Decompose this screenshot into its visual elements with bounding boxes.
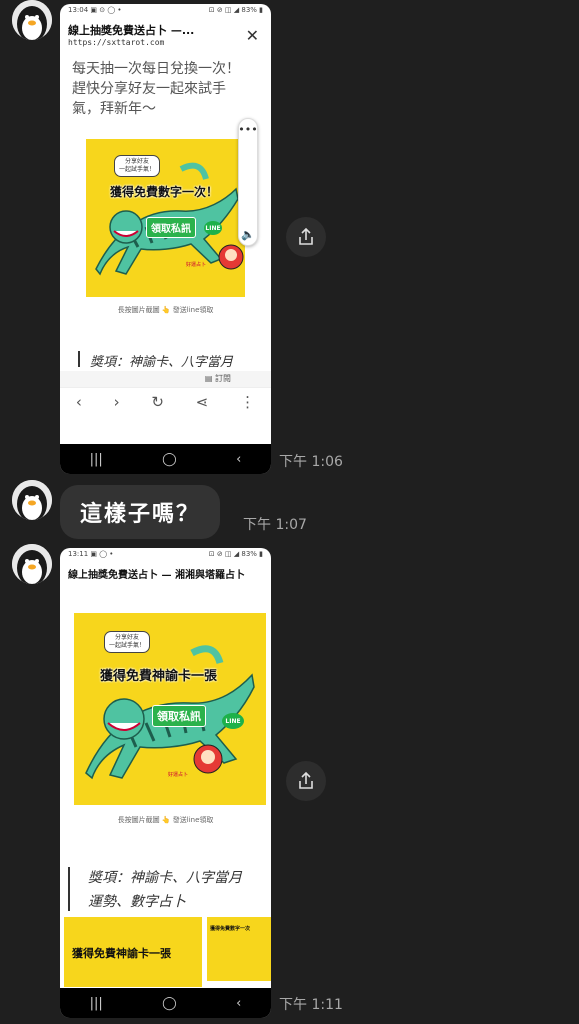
status-bar: 13:04 ▣ ⊙ ◯ • ⊡ ⊘ ◫ ◢ 83% ▮ — [60, 4, 271, 20]
share-tag: 分享好友 一起試手氣！ — [114, 155, 161, 177]
poster-caption: 長按圖片截圖 👆 發送line領取 — [117, 816, 214, 824]
status-right: ⊡ ⊘ ◫ ◢ 83% ▮ — [208, 550, 263, 558]
poster-thumbnails: 獲得免費神諭卡一張 獲得免費數字一次 — [64, 917, 271, 987]
claim-badge: 領取私訊 — [146, 217, 196, 238]
brand-text: 好運占卜 — [186, 262, 207, 268]
page-title: 線上抽獎免費送占卜 —... — [68, 24, 195, 37]
side-panel: ••• 🔈 — [238, 118, 258, 246]
poster-headline: 獲得免費數字一次！ — [110, 185, 219, 199]
browser-header: 線上抽獎免費送占卜 — 湘湘與塔羅占卜 — [60, 564, 271, 583]
penguin-avatar-icon — [12, 480, 52, 520]
nav-back-icon: ‹ — [236, 995, 242, 1011]
forward-icon[interactable]: › — [114, 393, 120, 411]
subscribe-label: 訂閱 — [215, 374, 231, 383]
share-button[interactable] — [286, 217, 326, 257]
thumbnail-headline: 獲得免費數字一次 — [210, 926, 251, 932]
promo-poster: 分享好友 一起試手氣！ 獲得免費神諭卡一張 領取私訊 LINE 好運占卜 — [74, 613, 266, 805]
prize-text: 運勢、數字占卜 — [88, 894, 186, 910]
page-url: https://sxttarot.com — [68, 38, 165, 47]
brand-text: 好運占卜 — [168, 772, 189, 778]
refresh-icon[interactable]: ↻ — [151, 393, 164, 411]
browser-header: 線上抽獎免費送占卜 —... https://sxttarot.com ✕ — [60, 20, 271, 49]
status-left: 13:04 ▣ ⊙ ◯ • — [68, 6, 122, 14]
prize-text: 獎項：神諭卡、八字當月 — [78, 351, 271, 370]
share-tag: 分享好友 一起試手氣！ — [104, 631, 151, 653]
prize-block: 獎項：神諭卡、八字當月 運勢、數字占卜 — [68, 867, 271, 911]
home-icon: ◯ — [162, 451, 177, 467]
poster-caption: 長按圖片截圖 👆 發送line領取 — [117, 306, 214, 314]
share-button[interactable] — [286, 761, 326, 801]
penguin-avatar-icon — [12, 0, 52, 40]
penguin-avatar-icon — [12, 544, 52, 584]
subscribe-icon: ▤ — [204, 374, 215, 383]
android-nav-bar: ||| ◯ ‹ — [60, 988, 271, 1018]
more-dots-icon: ••• — [238, 123, 258, 136]
message-time: 下午 1:11 — [279, 997, 343, 1013]
share-icon — [299, 227, 313, 245]
avatar[interactable] — [12, 544, 52, 584]
poster-thumbnail: 獲得免費神諭卡一張 — [64, 917, 202, 987]
nav-back-icon: ‹ — [236, 451, 242, 467]
poster-thumbnail: 獲得免費數字一次 — [207, 917, 271, 981]
android-nav-bar: ||| ◯ ‹ — [60, 444, 271, 474]
prize-text: 獎項：神諭卡、八字當月 — [88, 870, 242, 886]
promo-poster: 分享好友 一起試手氣！ 獲得免費數字一次！ 領取私訊 LINE 好運占卜 — [86, 139, 245, 297]
more-icon[interactable]: ⋮ — [240, 393, 255, 411]
message-time: 下午 1:06 — [279, 454, 343, 470]
claim-badge: 領取私訊 — [152, 705, 206, 727]
line-badge: LINE — [204, 221, 222, 235]
status-right: ⊡ ⊘ ◫ ◢ 83% ▮ — [208, 6, 263, 14]
shared-screenshot-2[interactable]: 13:11 ▣ ◯ • ⊡ ⊘ ◫ ◢ 83% ▮ 線上抽獎免費送占卜 — 湘湘… — [60, 548, 271, 1018]
share-icon[interactable]: ⋖ — [196, 393, 209, 411]
recent-apps-icon: ||| — [89, 451, 103, 467]
share-icon — [299, 771, 313, 789]
subscribe-row: ▤ 訂閱 — [60, 371, 271, 387]
thumbnail-headline: 獲得免費神諭卡一張 — [72, 947, 171, 960]
close-icon: ✕ — [245, 26, 259, 45]
back-icon[interactable]: ‹ — [76, 393, 82, 411]
avatar[interactable] — [12, 480, 52, 520]
status-bar: 13:11 ▣ ◯ • ⊡ ⊘ ◫ ◢ 83% ▮ — [60, 548, 271, 564]
poster-headline: 獲得免費神諭卡一張 — [100, 669, 218, 684]
recent-apps-icon: ||| — [89, 995, 103, 1011]
avatar[interactable] — [12, 0, 52, 40]
message-bubble[interactable]: 這樣子嗎？ — [60, 485, 221, 539]
page-title: 線上抽獎免費送占卜 — 湘湘與塔羅占卜 — [68, 570, 245, 581]
status-left: 13:11 ▣ ◯ • — [68, 550, 114, 558]
line-badge: LINE — [222, 713, 244, 729]
promo-text: 每天抽一次每日兌換一次！趕快分享好友一起來試手氣，拜新年～ — [72, 61, 240, 117]
message-time: 下午 1:07 — [243, 517, 307, 533]
browser-toolbar: ‹ › ↻ ⋖ ⋮ — [60, 387, 271, 416]
home-icon: ◯ — [162, 995, 177, 1011]
speaker-icon: 🔈 — [241, 228, 255, 241]
